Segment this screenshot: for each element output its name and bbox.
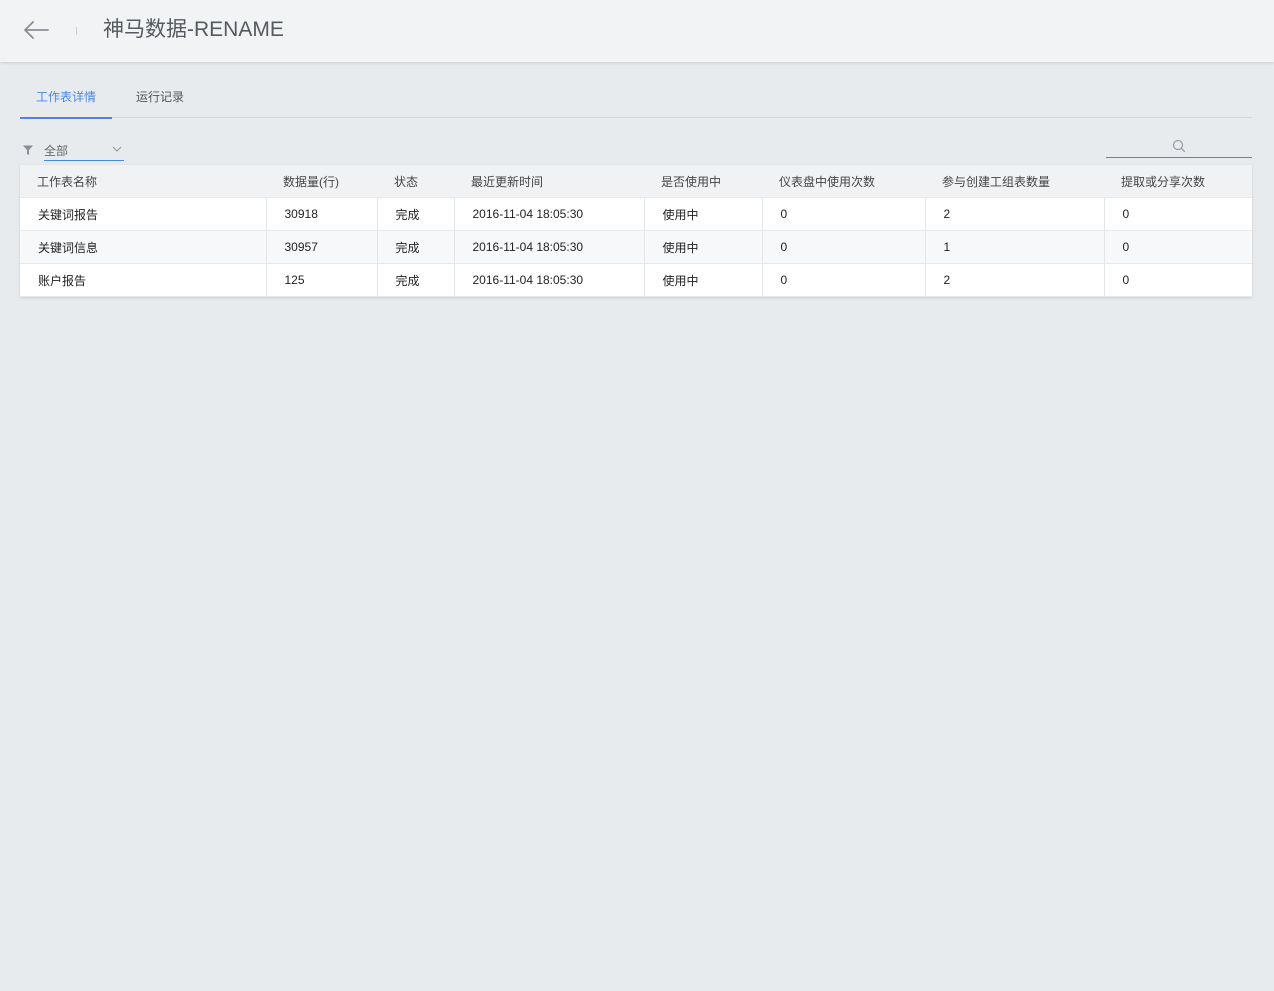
table-row[interactable]: 账户报告 125 完成 2016-11-04 18:05:30 使用中 0 2 …	[20, 263, 1252, 297]
column-header-name[interactable]: 工作表名称	[20, 165, 266, 198]
cell-status: 完成	[376, 230, 454, 264]
cell-status: 完成	[376, 197, 454, 231]
column-header-workgroup-tables[interactable]: 参与创建工组表数量	[925, 165, 1104, 198]
cell-last-updated: 2016-11-04 18:05:30	[453, 230, 644, 264]
cell-name: 账户报告	[20, 263, 266, 297]
search-icon[interactable]	[1172, 139, 1186, 153]
cell-workgroup-tables: 2	[924, 197, 1104, 231]
cell-row-count: 125	[265, 263, 377, 297]
back-button[interactable]	[22, 18, 50, 42]
filter-icon	[23, 145, 33, 155]
header-divider	[76, 27, 77, 35]
cell-name: 关键词报告	[20, 197, 266, 231]
chevron-down-icon	[112, 146, 122, 152]
cell-extract-share: 0	[1103, 263, 1252, 297]
cell-in-use: 使用中	[643, 197, 762, 231]
tab-bar: 工作表详情 运行记录	[20, 80, 1252, 119]
tab-run-records[interactable]: 运行记录	[128, 80, 192, 117]
column-header-row-count[interactable]: 数据量(行)	[266, 165, 377, 198]
cell-name: 关键词信息	[20, 230, 266, 264]
status-filter-value: 全部	[44, 144, 69, 158]
cell-extract-share: 0	[1103, 230, 1252, 264]
column-header-status[interactable]: 状态	[377, 165, 454, 198]
cell-extract-share: 0	[1103, 197, 1252, 231]
cell-dashboard-usage: 0	[761, 263, 925, 297]
cell-status: 完成	[376, 263, 454, 297]
cell-last-updated: 2016-11-04 18:05:30	[453, 197, 644, 231]
cell-row-count: 30918	[265, 197, 377, 231]
cell-workgroup-tables: 1	[924, 230, 1104, 264]
column-header-last-updated[interactable]: 最近更新时间	[454, 165, 644, 198]
cell-in-use: 使用中	[643, 263, 762, 297]
cell-row-count: 30957	[265, 230, 377, 264]
column-header-extract-share[interactable]: 提取或分享次数	[1104, 165, 1252, 198]
table-header-row: 工作表名称 数据量(行) 状态 最近更新时间 是否使用中 仪表盘中使用次数 参与…	[20, 165, 1252, 198]
table-row[interactable]: 关键词信息 30957 完成 2016-11-04 18:05:30 使用中 0…	[20, 230, 1252, 264]
cell-dashboard-usage: 0	[761, 230, 925, 264]
page-title: 神马数据-RENAME	[103, 18, 284, 41]
cell-workgroup-tables: 2	[924, 263, 1104, 297]
cell-last-updated: 2016-11-04 18:05:30	[453, 263, 644, 297]
cell-dashboard-usage: 0	[761, 197, 925, 231]
search-input[interactable]	[1106, 137, 1230, 157]
cell-in-use: 使用中	[643, 230, 762, 264]
column-header-in-use[interactable]: 是否使用中	[644, 165, 762, 198]
tab-worksheet-details[interactable]: 工作表详情	[20, 80, 112, 119]
arrow-left-icon	[24, 21, 49, 39]
app-header: 神马数据-RENAME	[0, 0, 1274, 62]
column-header-dashboard-usage[interactable]: 仪表盘中使用次数	[762, 165, 925, 198]
worksheet-table: 工作表名称 数据量(行) 状态 最近更新时间 是否使用中 仪表盘中使用次数 参与…	[20, 165, 1252, 297]
table-row[interactable]: 关键词报告 30918 完成 2016-11-04 18:05:30 使用中 0…	[20, 197, 1252, 231]
search-box	[1106, 137, 1252, 158]
status-filter-select[interactable]: 全部	[44, 140, 124, 161]
